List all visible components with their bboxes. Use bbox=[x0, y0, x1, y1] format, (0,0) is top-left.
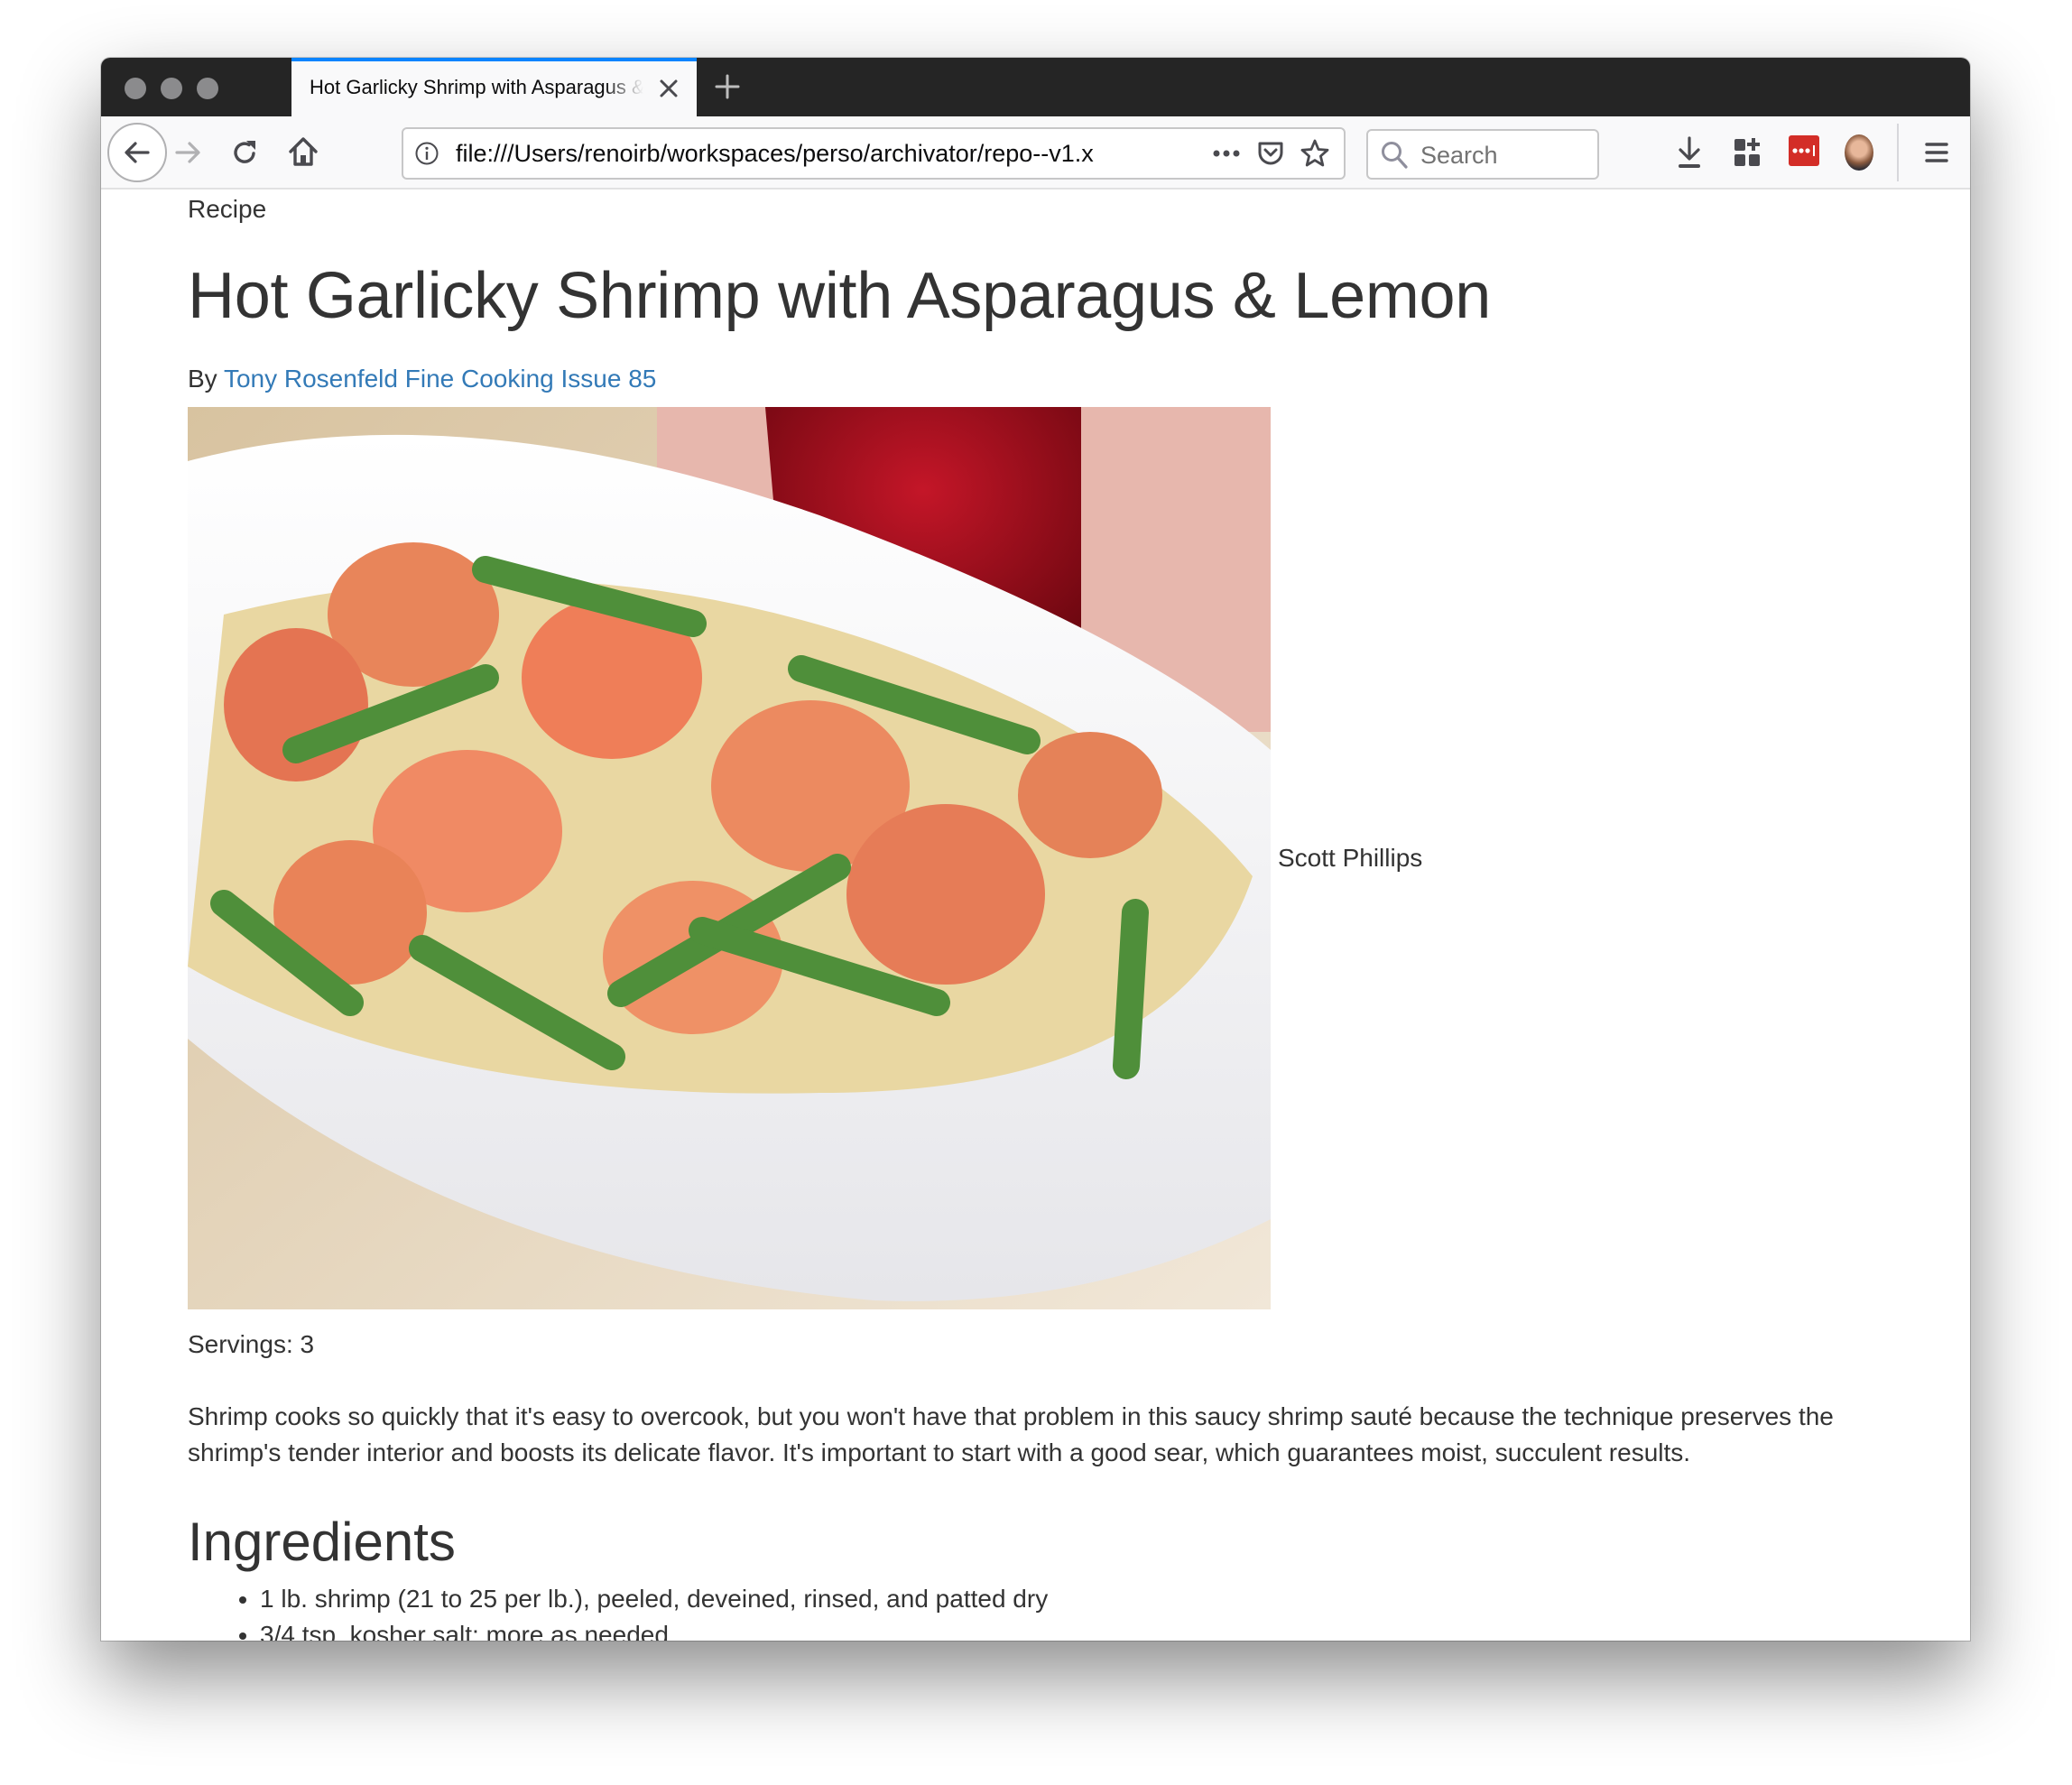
home-icon bbox=[289, 137, 318, 166]
search-placeholder: Search bbox=[1420, 142, 1498, 169]
bookmark-star-icon[interactable] bbox=[1299, 137, 1331, 170]
reload-icon bbox=[234, 141, 255, 163]
recipe-description: Shrimp cooks so quickly that it's easy t… bbox=[188, 1402, 1834, 1466]
forward-button[interactable] bbox=[171, 136, 204, 169]
arrow-left-icon bbox=[125, 142, 150, 163]
plus-icon[interactable] bbox=[711, 70, 744, 103]
extension-icon bbox=[1734, 138, 1760, 166]
more-icon[interactable] bbox=[1210, 143, 1243, 164]
servings: Servings: 3 bbox=[188, 1330, 315, 1358]
lastpass-icon[interactable] bbox=[1789, 135, 1819, 166]
browser-window: Hot Garlicky Shrimp with Asparagus & Lem… bbox=[101, 58, 1970, 1641]
toolbar-separator bbox=[1897, 124, 1899, 181]
byline: By Tony Rosenfeld Fine Cooking Issue 85 bbox=[188, 361, 656, 397]
ingredient-item: 3/4 tsp. kosher salt; more as needed bbox=[260, 1617, 1048, 1641]
close-icon[interactable] bbox=[652, 72, 685, 105]
pocket-icon[interactable] bbox=[1255, 138, 1286, 169]
profile-avatar[interactable] bbox=[1845, 134, 1873, 171]
tab-title: Hot Garlicky Shrimp with Asparagus & Lem… bbox=[310, 76, 643, 98]
arrow-right-icon bbox=[175, 142, 200, 163]
reload-button[interactable] bbox=[229, 136, 262, 169]
photo-credit: Scott Phillips bbox=[1278, 844, 1423, 872]
menu-button[interactable] bbox=[1920, 136, 1953, 169]
tab-bar: Hot Garlicky Shrimp with Asparagus & Lem… bbox=[101, 58, 1970, 116]
lastpass-dots-icon bbox=[1792, 145, 1815, 156]
downloads-button[interactable] bbox=[1673, 134, 1706, 171]
recipe-photo bbox=[188, 407, 1271, 1309]
url-text[interactable]: file:///Users/renoirb/workspaces/perso/a… bbox=[456, 140, 1151, 168]
page-content: Recipe Hot Garlicky Shrimp with Asparagu… bbox=[101, 190, 1970, 1641]
nav-toolbar: file:///Users/renoirb/workspaces/perso/a… bbox=[101, 116, 1970, 190]
info-icon[interactable] bbox=[414, 141, 439, 166]
byline-prefix: By bbox=[188, 365, 217, 393]
home-button[interactable] bbox=[286, 134, 320, 169]
window-controls bbox=[125, 78, 218, 99]
search-input[interactable]: Search bbox=[1366, 129, 1599, 180]
extension-button[interactable] bbox=[1731, 134, 1763, 171]
tab-active[interactable]: Hot Garlicky Shrimp with Asparagus & Lem… bbox=[291, 58, 697, 116]
menu-icon bbox=[1925, 143, 1948, 162]
photo-illustration bbox=[188, 407, 1271, 1309]
author-link[interactable]: Tony Rosenfeld Fine Cooking Issue 85 bbox=[224, 365, 656, 393]
back-button[interactable] bbox=[107, 123, 167, 182]
recipe-kicker: Recipe bbox=[188, 195, 267, 223]
zoom-window-button[interactable] bbox=[197, 78, 218, 99]
search-icon bbox=[1382, 142, 1408, 169]
minimize-window-button[interactable] bbox=[161, 78, 182, 99]
ingredients-heading: Ingredients bbox=[188, 1512, 456, 1572]
page-title: Hot Garlicky Shrimp with Asparagus & Lem… bbox=[188, 260, 1491, 332]
url-bar[interactable]: file:///Users/renoirb/workspaces/perso/a… bbox=[402, 127, 1346, 180]
ingredients-list: 1 lb. shrimp (21 to 25 per lb.), peeled,… bbox=[188, 1581, 1048, 1641]
download-icon bbox=[1679, 136, 1700, 168]
recipe-figure: Scott Phillips bbox=[188, 407, 1422, 1309]
close-window-button[interactable] bbox=[125, 78, 146, 99]
ingredient-item: 1 lb. shrimp (21 to 25 per lb.), peeled,… bbox=[260, 1581, 1048, 1617]
